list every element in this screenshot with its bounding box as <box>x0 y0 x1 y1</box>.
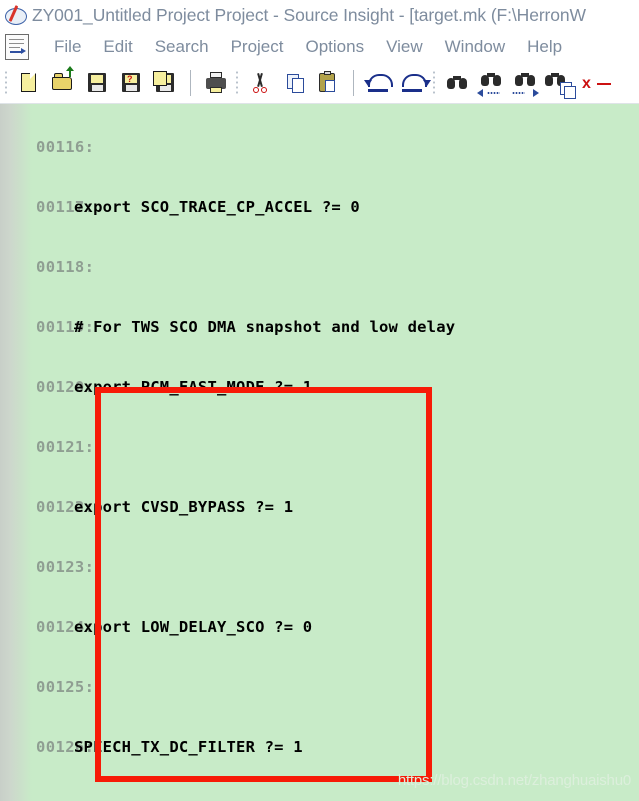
search-backward-icon[interactable] <box>476 68 506 98</box>
code-line: 00125: <box>0 677 639 697</box>
code-text[interactable]: 00116: 00117:export SCO_TRACE_CP_ACCEL ?… <box>0 104 639 801</box>
line-source: export CVSD_BYPASS ?= 1 <box>74 498 294 516</box>
code-line: 00127: <box>0 797 639 801</box>
line-number: 00122: <box>36 498 95 516</box>
menu-item-edit[interactable]: Edit <box>92 35 143 59</box>
title-bar: ZY001_Untitled Project Project - Source … <box>0 0 639 30</box>
save-icon[interactable] <box>82 68 112 98</box>
copy-icon[interactable] <box>279 68 309 98</box>
search-icon[interactable] <box>442 68 472 98</box>
menu-item-file[interactable]: File <box>43 35 92 59</box>
line-number: 00124: <box>36 618 95 636</box>
menu-item-project[interactable]: Project <box>220 35 295 59</box>
line-number: 00119: <box>36 318 95 336</box>
new-file-icon[interactable] <box>14 68 44 98</box>
line-source: export LOW_DELAY_SCO ?= 0 <box>74 618 313 636</box>
code-line: 00118: <box>0 257 639 277</box>
menu-item-options[interactable]: Options <box>295 35 376 59</box>
code-line: 00121: <box>0 437 639 457</box>
save-all-icon[interactable] <box>150 68 180 98</box>
line-number: 00117: <box>36 198 95 216</box>
line-number: 00125: <box>36 678 95 696</box>
code-line: 00126:SPEECH_TX_DC_FILTER ?= 1 <box>0 737 639 757</box>
code-line: 00116: <box>0 137 639 157</box>
search-forward-icon[interactable] <box>510 68 540 98</box>
menu-item-window[interactable]: Window <box>434 35 516 59</box>
line-source: export PCM_FAST_MODE ?= 1 <box>74 378 313 396</box>
code-line: 00123: <box>0 557 639 577</box>
code-line: 00124:export LOW_DELAY_SCO ?= 0 <box>0 617 639 637</box>
line-source: # For TWS SCO DMA snapshot and low delay <box>74 318 456 336</box>
menu-item-view[interactable]: View <box>375 35 434 59</box>
line-number: 00121: <box>36 438 95 456</box>
watermark: https://blog.csdn.net/zhanghuaishu0 <box>397 772 631 789</box>
line-number: 00127: <box>0 797 94 801</box>
code-line: 00117:export SCO_TRACE_CP_ACCEL ?= 0 <box>0 197 639 217</box>
save-as-icon[interactable]: ? <box>116 68 146 98</box>
code-editor[interactable]: 00116: 00117:export SCO_TRACE_CP_ACCEL ?… <box>0 104 639 801</box>
line-number: 00118: <box>36 258 95 276</box>
source-insight-icon <box>4 4 27 26</box>
menu-bar: File Edit Search Project Options View Wi… <box>0 30 639 63</box>
toolbar: ? x <box>0 63 639 104</box>
print-icon[interactable] <box>201 68 231 98</box>
menu-item-search[interactable]: Search <box>144 35 220 59</box>
cut-icon[interactable] <box>245 68 275 98</box>
close-search-icon[interactable]: x <box>578 68 611 98</box>
undo-icon[interactable] <box>364 68 394 98</box>
line-number: 00116: <box>36 138 95 156</box>
toolbar-grip-1[interactable] <box>4 70 8 96</box>
line-source: export SCO_TRACE_CP_ACCEL ?= 0 <box>74 198 360 216</box>
document-indent-icon <box>5 33 29 60</box>
toolbar-grip-2[interactable] <box>235 70 239 96</box>
window-title: ZY001_Untitled Project Project - Source … <box>32 4 586 25</box>
toolbar-separator-1 <box>190 70 191 96</box>
redo-icon[interactable] <box>398 68 431 98</box>
open-folder-icon[interactable] <box>48 66 78 98</box>
code-line: 00122:export CVSD_BYPASS ?= 1 <box>0 497 639 517</box>
line-number: 00120: <box>36 378 95 396</box>
line-number: 00126: <box>36 738 95 756</box>
line-number: 00123: <box>36 558 95 576</box>
paste-icon[interactable] <box>313 68 343 98</box>
toolbar-separator-2 <box>353 70 354 96</box>
code-line: 00119:# For TWS SCO DMA snapshot and low… <box>0 317 639 337</box>
toolbar-grip-3[interactable] <box>432 70 436 96</box>
search-files-icon[interactable] <box>544 68 576 99</box>
menu-item-help[interactable]: Help <box>516 35 573 59</box>
code-line: 00120:export PCM_FAST_MODE ?= 1 <box>0 377 639 397</box>
line-source: SPEECH_TX_DC_FILTER ?= 1 <box>74 738 303 756</box>
